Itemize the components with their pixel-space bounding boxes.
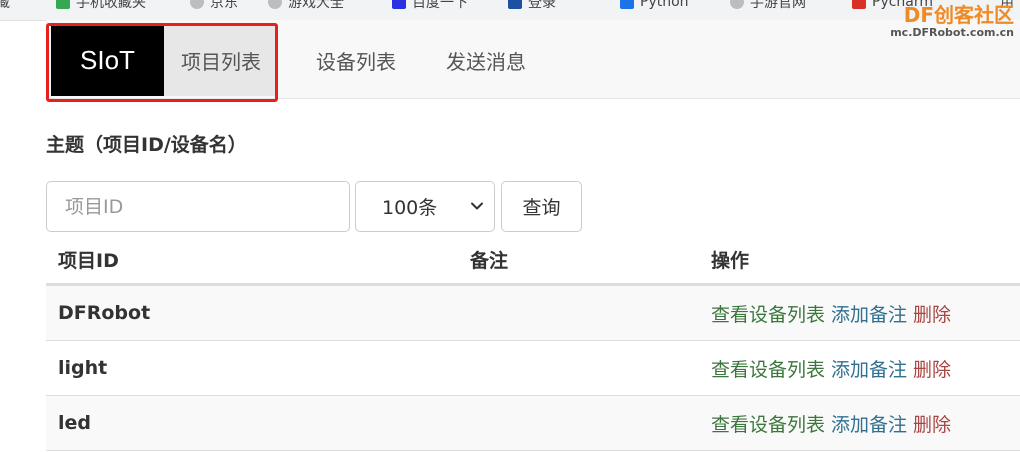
project-id-cell: led: [58, 412, 91, 434]
bookmark-item[interactable]: 京东: [190, 0, 238, 12]
table-row: DFRobot 查看设备列表 添加备注 删除: [46, 286, 1020, 341]
watermark-cn: 创客社区: [934, 3, 1014, 27]
query-button[interactable]: 查询: [501, 181, 582, 232]
view-devices-link[interactable]: 查看设备列表: [711, 300, 825, 327]
project-id-cell: light: [58, 357, 108, 379]
delete-link[interactable]: 删除: [913, 410, 951, 437]
column-header-note: 备注: [470, 249, 509, 272]
bookmark-label: 登录: [528, 0, 556, 11]
actions-cell: 查看设备列表 添加备注 删除: [711, 396, 951, 450]
table-header: 项目ID 备注 操作: [46, 232, 1020, 286]
delete-link[interactable]: 删除: [913, 355, 951, 382]
brand-logo[interactable]: SIoT: [51, 24, 164, 96]
login-icon: [508, 0, 522, 9]
bookmark-item[interactable]: 登录: [508, 0, 556, 12]
watermark-logo: DF创客社区: [890, 4, 1014, 26]
table-row: light 查看设备列表 添加备注 删除: [46, 341, 1020, 396]
add-note-link[interactable]: 添加备注: [831, 300, 907, 327]
bookmark-item[interactable]: 手游官网: [730, 0, 806, 12]
actions-cell: 查看设备列表 添加备注 删除: [711, 286, 951, 340]
column-header-actions: 操作: [711, 249, 750, 272]
view-devices-link[interactable]: 查看设备列表: [711, 410, 825, 437]
bookmark-item[interactable]: 手机收藏夹: [56, 0, 146, 12]
nav-item-project-list[interactable]: 项目列表: [164, 24, 278, 96]
nav-item-device-list[interactable]: 设备列表: [301, 24, 411, 96]
page-size-select[interactable]: 100条: [355, 181, 495, 232]
page-title: 主题（项目ID/设备名）: [46, 134, 247, 156]
watermark-brand: DF: [903, 3, 934, 27]
zhihu-icon: [620, 0, 634, 9]
dfrobot-watermark: DF创客社区 mc.DFRobot.com.cn: [890, 4, 1014, 39]
view-devices-link[interactable]: 查看设备列表: [711, 355, 825, 382]
globe-icon: [730, 0, 744, 9]
bookmarks-bar: 藏 手机收藏夹 京东 游戏大全 百度一下 登录 Python 手游官网 Pych…: [0, 0, 1020, 21]
bookmark-item[interactable]: Python: [620, 0, 689, 12]
page-size-value: 100条: [382, 197, 438, 219]
project-id-search-input[interactable]: [46, 181, 350, 232]
bookmark-label: 手游官网: [750, 0, 806, 11]
chevron-down-icon: [471, 202, 483, 210]
add-note-link[interactable]: 添加备注: [831, 355, 907, 382]
bookmark-item[interactable]: 百度一下: [392, 0, 468, 12]
bookmark-item[interactable]: 游戏大全: [268, 0, 344, 12]
globe-icon: [268, 0, 282, 9]
project-table: 项目ID 备注 操作 DFRobot 查看设备列表 添加备注 删除 light …: [46, 232, 1020, 451]
watermark-url: mc.DFRobot.com.cn: [890, 26, 1014, 39]
bookmark-item[interactable]: 藏: [0, 0, 10, 12]
bookmark-label: 藏: [0, 0, 10, 12]
bookmark-label: 手机收藏夹: [76, 0, 146, 11]
table-row: led 查看设备列表 添加备注 删除: [46, 396, 1020, 451]
bookmark-label: 游戏大全: [288, 0, 344, 11]
pycharm-icon: [852, 0, 866, 9]
project-id-cell: DFRobot: [58, 302, 151, 324]
add-note-link[interactable]: 添加备注: [831, 410, 907, 437]
column-header-project-id: 项目ID: [58, 249, 119, 272]
delete-link[interactable]: 删除: [913, 300, 951, 327]
navbar: SIoT 项目列表 设备列表 发送消息: [46, 20, 1020, 99]
baidu-icon: [392, 0, 406, 9]
nav-item-send-message[interactable]: 发送消息: [431, 24, 541, 96]
bookmark-label: 百度一下: [412, 0, 468, 11]
actions-cell: 查看设备列表 添加备注 删除: [711, 341, 951, 395]
bookmark-favicon-icon: [56, 0, 70, 9]
bookmark-label: Python: [640, 0, 689, 10]
bookmark-label: 京东: [210, 0, 238, 11]
globe-icon: [190, 0, 204, 9]
